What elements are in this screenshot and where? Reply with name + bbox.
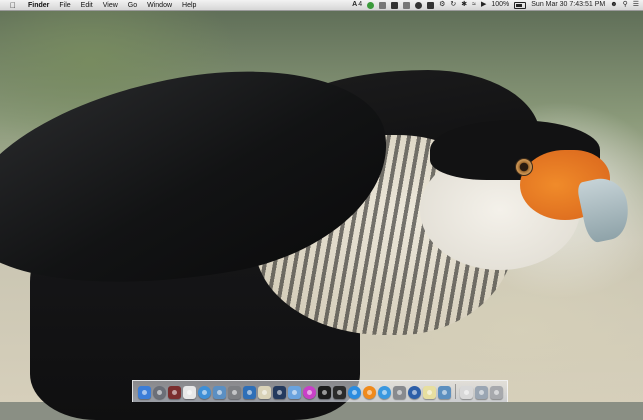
clock-icon	[336, 390, 342, 395]
desktop-wallpaper	[0, 0, 643, 420]
apple-icon[interactable]: 	[7, 1, 19, 10]
notes-icon	[426, 390, 432, 395]
wallpaper-bird-beak	[576, 173, 634, 245]
dock-item-trash[interactable]	[489, 386, 503, 399]
folder-icon	[291, 390, 297, 395]
cloud-icon[interactable]	[379, 1, 387, 9]
spotlight-search-icon[interactable]: ⚲	[623, 0, 628, 10]
menu-bar-left:  Finder File Edit View Go Window Help	[0, 1, 201, 10]
dock-item-vlc[interactable]	[362, 386, 376, 399]
battery-icon[interactable]	[514, 1, 527, 9]
dock-item-app-store[interactable]	[347, 386, 361, 399]
wrench-icon[interactable]: ⚙	[439, 0, 445, 10]
status-green-icon[interactable]	[367, 1, 375, 9]
adobe-badge-count: 4	[358, 1, 363, 8]
terminal-icon	[321, 390, 327, 395]
menu-bar-status: A4 ⚙ ↻ ✱ ≈ ▶ 100% Sun Mar 30 7:43:51 PM …	[352, 0, 643, 10]
photo-booth-icon	[171, 390, 177, 395]
wallpaper-bird-eye	[515, 158, 533, 176]
menu-go[interactable]: Go	[123, 2, 142, 9]
itunes-icon	[306, 390, 312, 395]
menu-file[interactable]: File	[54, 2, 75, 9]
dock-item-text-edit[interactable]	[257, 386, 271, 399]
menu-view[interactable]: View	[98, 2, 123, 9]
paw-icon[interactable]	[427, 1, 435, 9]
globe-icon	[381, 390, 387, 395]
dock-item-folder[interactable]	[287, 386, 301, 399]
dock-item-maps[interactable]	[377, 386, 391, 399]
volume-icon[interactable]: ▶	[481, 0, 486, 10]
dock-separator	[454, 384, 456, 399]
menu-window[interactable]: Window	[142, 2, 177, 9]
dock-item-info[interactable]	[407, 386, 421, 399]
notification-center-icon[interactable]: ☰	[633, 0, 639, 10]
dock-item-itunes[interactable]	[302, 386, 316, 399]
time-machine-icon[interactable]: ↻	[450, 0, 456, 10]
menu-app-name[interactable]: Finder	[19, 2, 54, 9]
app-store-icon	[351, 390, 357, 395]
dock-item-network[interactable]	[437, 386, 451, 399]
dock-item-finder[interactable]	[137, 386, 151, 399]
network-icon	[441, 390, 447, 395]
clock-datetime[interactable]: Sun Mar 30 7:43:51 PM	[531, 0, 605, 10]
dock-item-system-preferences[interactable]	[227, 386, 241, 399]
dock-item-launchpad[interactable]	[152, 386, 166, 399]
document-icon	[463, 390, 469, 395]
bluetooth-icon[interactable]: ✱	[461, 0, 467, 10]
dock-item-preview[interactable]	[212, 386, 226, 399]
user-icon[interactable]: ☻	[610, 0, 617, 10]
dock-item-terminal[interactable]	[317, 386, 331, 399]
photoshop-icon	[276, 390, 282, 395]
calendar-icon	[186, 390, 192, 395]
textedit-icon	[261, 390, 267, 395]
dock-item-photo-booth[interactable]	[167, 386, 181, 399]
wifi-icon[interactable]: ≈	[472, 0, 476, 10]
keychain-icon	[396, 390, 402, 395]
dock	[132, 380, 508, 402]
gear-icon	[231, 390, 237, 395]
dock-item-ical[interactable]	[332, 386, 346, 399]
downloads-icon	[478, 390, 484, 395]
dock-item-downloads[interactable]	[474, 386, 488, 399]
safari-icon	[201, 390, 207, 395]
preview-icon	[216, 390, 222, 395]
finder-icon	[141, 390, 147, 395]
dock-item-keychain[interactable]	[392, 386, 406, 399]
menu-bar:  Finder File Edit View Go Window Help A…	[0, 0, 643, 11]
adobe-menu-icon[interactable]: A4	[352, 0, 362, 10]
info-icon	[411, 390, 417, 395]
dock-item-calendar[interactable]	[182, 386, 196, 399]
menu-help[interactable]: Help	[177, 2, 201, 9]
display-icon[interactable]	[403, 1, 411, 9]
dock-item-documents[interactable]	[459, 386, 473, 399]
dock-item-photoshop[interactable]	[272, 386, 286, 399]
dock-item-xcode[interactable]	[242, 386, 256, 399]
dock-item-safari[interactable]	[197, 386, 211, 399]
trash-icon	[493, 390, 499, 395]
launchpad-icon	[156, 390, 162, 395]
battery-percent[interactable]: 100%	[491, 0, 509, 10]
menu-edit[interactable]: Edit	[76, 2, 98, 9]
vlc-icon	[366, 390, 372, 395]
record-icon[interactable]	[415, 1, 423, 9]
xcode-icon	[246, 390, 252, 395]
camera-icon[interactable]	[391, 1, 399, 9]
dock-item-notes[interactable]	[422, 386, 436, 399]
